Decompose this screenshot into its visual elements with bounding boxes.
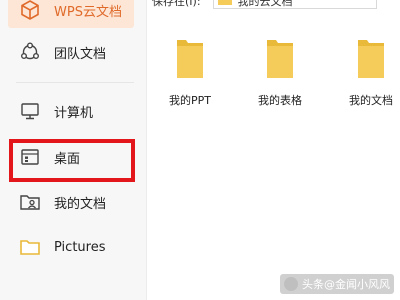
sidebar-item-label: 我的文档 xyxy=(54,196,107,212)
file-name: 我的表格 xyxy=(258,94,302,107)
file-name: 我的文档 xyxy=(349,94,393,107)
cube-icon xyxy=(18,0,42,22)
sidebar-item-wps-cloud[interactable]: WPS云文档 xyxy=(8,0,134,28)
file-item-my-documents[interactable]: 我的文档 xyxy=(331,38,400,108)
sidebar: WPS云文档 团队文档 计算机 桌面 我的文档 Pictures xyxy=(0,0,146,300)
path-label: 保存在(I): xyxy=(152,0,201,8)
sidebar-item-label: WPS云文档 xyxy=(54,4,122,20)
sidebar-item-label: 团队文档 xyxy=(54,46,107,62)
sidebar-item-label: 计算机 xyxy=(54,105,94,121)
file-item-my-spreadsheet[interactable]: 我的表格 xyxy=(240,38,320,108)
folder-icon xyxy=(356,38,386,84)
watermark-avatar-icon xyxy=(284,277,298,291)
file-item-my-ppt[interactable]: 我的PPT xyxy=(150,38,230,108)
my-documents-icon xyxy=(18,190,42,214)
sidebar-item-pictures[interactable]: Pictures xyxy=(8,229,134,265)
sidebar-border xyxy=(146,0,147,300)
computer-icon xyxy=(18,99,42,123)
sidebar-item-label: 桌面 xyxy=(54,151,81,167)
path-dropdown[interactable]: 我的云文档 xyxy=(212,0,377,9)
folder-icon xyxy=(18,235,42,259)
sidebar-item-computer[interactable]: 计算机 xyxy=(8,93,134,129)
folder-icon xyxy=(175,38,205,84)
sidebar-item-my-documents[interactable]: 我的文档 xyxy=(8,184,134,220)
sidebar-item-label: Pictures xyxy=(54,239,106,255)
sidebar-item-desktop[interactable]: 桌面 xyxy=(8,139,134,175)
watermark: 头条@金闻小风风 xyxy=(280,274,394,294)
sidebar-divider xyxy=(16,82,134,83)
desktop-icon xyxy=(18,145,42,169)
watermark-text: 头条@金闻小风风 xyxy=(302,278,390,291)
team-share-icon xyxy=(18,40,42,64)
file-name: 我的PPT xyxy=(169,94,211,107)
path-bar: 保存在(I): 我的云文档 xyxy=(152,0,377,10)
folder-icon xyxy=(265,38,295,84)
folder-icon xyxy=(217,0,232,8)
path-location: 我的云文档 xyxy=(237,0,293,8)
sidebar-item-team-docs[interactable]: 团队文档 xyxy=(8,34,134,70)
